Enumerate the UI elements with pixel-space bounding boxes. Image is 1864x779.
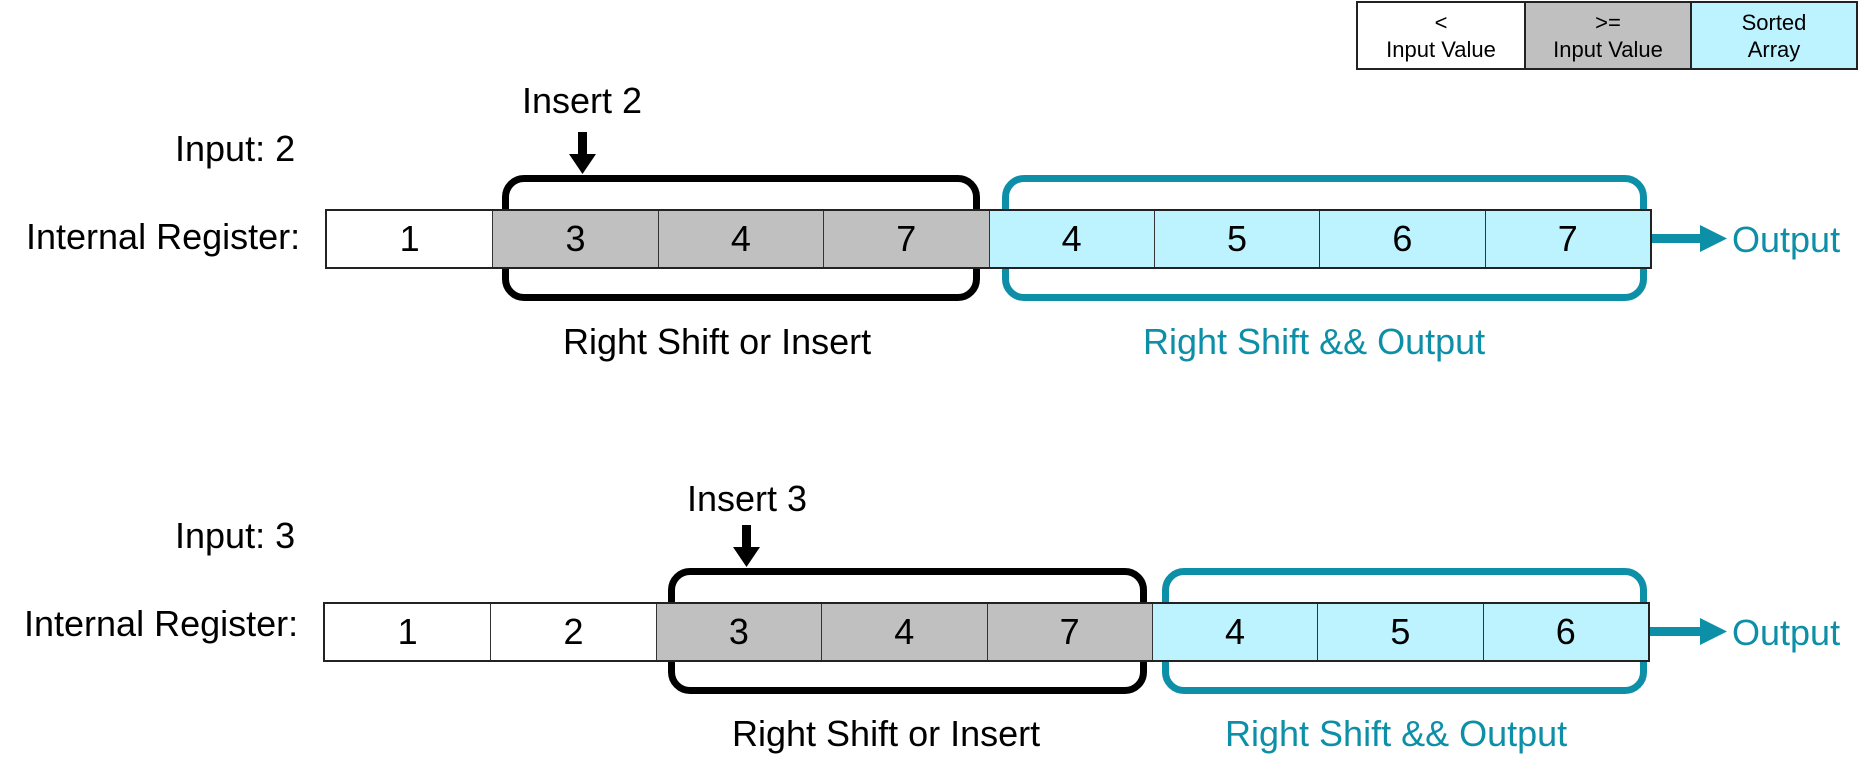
register-cell-greater-equal: 4 xyxy=(657,211,824,267)
register-label-step2: Internal Register: xyxy=(24,603,299,644)
shift-output-label-step2: Right Shift && Output xyxy=(1225,713,1568,754)
register-cell-sorted: 5 xyxy=(1153,211,1320,267)
insert-arrow-step2 xyxy=(733,525,760,567)
register-cell-less: 1 xyxy=(325,604,491,660)
register-cell-greater-equal: 3 xyxy=(655,604,822,660)
shift-insert-label-step1: Right Shift or Insert xyxy=(563,321,872,362)
insert-arrow-step1 xyxy=(569,132,596,174)
input-label-step1: Input: 2 xyxy=(175,128,296,169)
register-cell-sorted: 4 xyxy=(1151,604,1318,660)
register-cell-greater-equal: 7 xyxy=(823,211,989,267)
insert-label-step2: Insert 3 xyxy=(687,478,808,519)
register-cell-greater-equal: 7 xyxy=(986,604,1152,660)
legend-less-text: Input Value xyxy=(1386,36,1496,62)
register-cell-greater-equal: 3 xyxy=(492,211,658,267)
legend: < Input Value >= Input Value Sorted Arra… xyxy=(1356,1,1858,70)
legend-ge-text: Input Value xyxy=(1553,36,1663,62)
register-cell-less: 1 xyxy=(327,211,493,267)
legend-sorted-array: Sorted Array xyxy=(1690,3,1856,68)
register-cell-sorted: 6 xyxy=(1482,604,1648,660)
output-label-step1: Output xyxy=(1732,219,1841,260)
legend-sorted-line1: Sorted xyxy=(1741,9,1807,35)
input-label-step2: Input: 3 xyxy=(175,515,296,556)
shift-output-label-step1: Right Shift && Output xyxy=(1143,321,1486,362)
legend-less-symbol: < xyxy=(1434,9,1448,35)
output-label-step2: Output xyxy=(1732,612,1841,653)
register-cell-sorted: 4 xyxy=(988,211,1154,267)
internal-register-step1: 13474567 xyxy=(325,209,1652,269)
legend-ge-symbol: >= xyxy=(1595,9,1621,35)
register-cell-sorted: 6 xyxy=(1319,211,1485,267)
register-cell-sorted: 5 xyxy=(1317,604,1483,660)
output-arrow-step1 xyxy=(1652,225,1727,252)
register-cell-greater-equal: 4 xyxy=(821,604,987,660)
insert-label-step1: Insert 2 xyxy=(522,80,643,121)
shift-insert-label-step2: Right Shift or Insert xyxy=(732,713,1041,754)
output-arrow-step2 xyxy=(1650,618,1727,645)
internal-register-step2: 12347456 xyxy=(323,602,1650,662)
register-label-step1: Internal Register: xyxy=(26,216,301,257)
legend-greater-equal: >= Input Value xyxy=(1524,3,1690,68)
register-cell-less: 2 xyxy=(490,604,656,660)
legend-less-than: < Input Value xyxy=(1358,3,1524,68)
legend-sorted-line2: Array xyxy=(1747,36,1801,62)
register-cell-sorted: 7 xyxy=(1484,211,1650,267)
